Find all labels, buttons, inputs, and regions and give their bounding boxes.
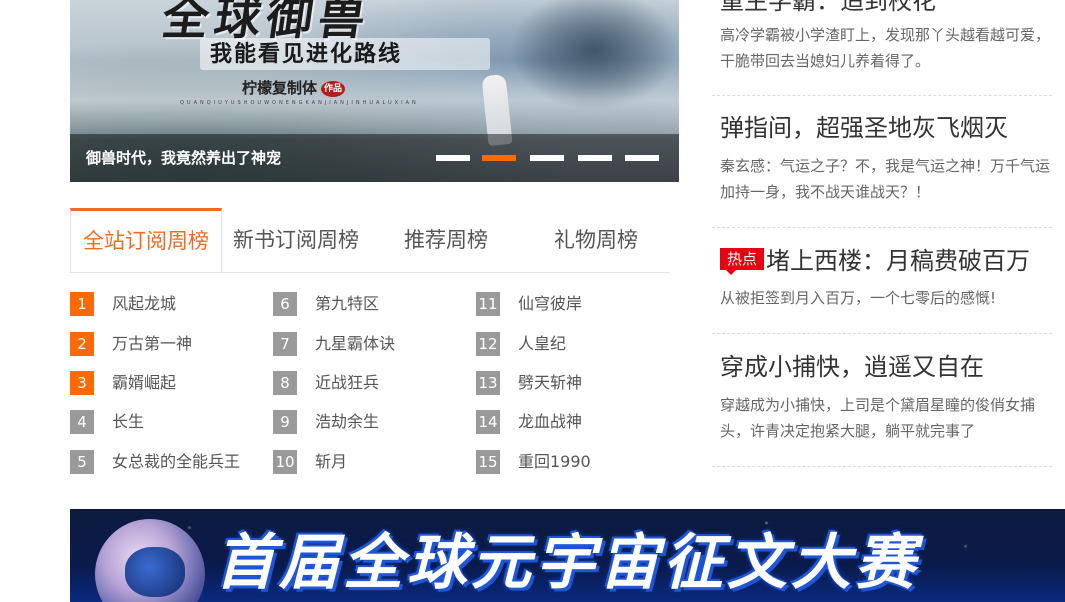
- rank-number: 8: [273, 371, 297, 395]
- hero-author-name: 柠檬复制体: [242, 79, 318, 97]
- carousel-dot-2[interactable]: [482, 155, 516, 161]
- rank-number: 9: [273, 410, 297, 434]
- rank-number: 13: [476, 371, 500, 395]
- news-title-text[interactable]: 堵上西楼：月稿费破百万: [766, 247, 1030, 275]
- rank-number: 2: [70, 332, 94, 356]
- hero-author-seal: 作品: [321, 81, 346, 97]
- carousel-dot-5[interactable]: [625, 155, 659, 161]
- hero-art-subtitle: 我能看见进化路线: [210, 41, 403, 67]
- rank-book-title[interactable]: 浩劫余生: [315, 409, 379, 435]
- carousel-dot-1[interactable]: [436, 155, 470, 161]
- rank-book-title[interactable]: 第九特区: [315, 291, 379, 317]
- rank-number: 6: [273, 292, 297, 316]
- rank-number: 4: [70, 410, 94, 434]
- rank-number: 7: [273, 332, 297, 356]
- rank-book-title[interactable]: 龙血战神: [518, 409, 582, 435]
- tab-new-book-subscription[interactable]: 新书订阅周榜: [222, 208, 370, 272]
- news-desc: 秦玄感：气运之子？不，我是气运之神！万千气运加持一身，我不战天谁战天？！: [720, 157, 1051, 201]
- hero-art-pinyin: QUANQIUYUSHOUWONENGKANJIANJINHUALUXIAN: [180, 100, 419, 106]
- news-item: 热点 堵上西楼：月稿费破百万 从被拒签到月入百万，一个七零后的感慨!: [712, 227, 1052, 334]
- rank-book-title[interactable]: 长生: [112, 409, 144, 435]
- news-item: 穿成小捕快，逍遥又自在 穿越成为小捕快，上司是个黛眉星瞳的俊俏女捕头，许青决定抱…: [712, 333, 1052, 467]
- rank-number: 1: [70, 292, 94, 316]
- tab-site-subscription[interactable]: 全站订阅周榜: [70, 208, 222, 272]
- rank-book-title[interactable]: 风起龙城: [112, 291, 176, 317]
- rank-book-title[interactable]: 近战狂兵: [315, 370, 379, 396]
- news-list: 重生学霸：追到校花 高冷学霸被小学渣盯上，发现那丫头越看越可爱，干脆带回去当媳妇…: [712, 0, 1052, 470]
- rank-number: 12: [476, 332, 500, 356]
- rank-book-title[interactable]: 仙穹彼岸: [518, 291, 582, 317]
- news-desc: 高冷学霸被小学渣盯上，发现那丫头越看越可爱，干脆带回去当媳妇儿养着得了。: [720, 26, 1051, 70]
- hero-dragon-art: [510, 0, 679, 110]
- rank-number: 10: [273, 450, 297, 474]
- rank-number: 11: [476, 292, 500, 316]
- hot-badge: 热点: [720, 248, 764, 275]
- hero-art-author: 柠檬复制体 作品: [242, 78, 346, 98]
- carousel-dot-4[interactable]: [578, 155, 612, 161]
- rank-book-title[interactable]: 万古第一神: [112, 331, 192, 357]
- rank-number: 15: [476, 450, 500, 474]
- hero-carousel[interactable]: 全球御兽 我能看见进化路线 柠檬复制体 作品 QUANQIUYUSHOUWONEN…: [70, 0, 679, 182]
- tab-gifts[interactable]: 礼物周榜: [522, 208, 670, 272]
- news-desc: 穿越成为小捕快，上司是个黛眉星瞳的俊俏女捕头，许青决定抱紧大腿，躺平就完事了: [720, 396, 1036, 440]
- news-title[interactable]: 热点 堵上西楼：月稿费破百万: [720, 246, 1030, 276]
- news-desc: 从被拒签到月入百万，一个七零后的感慨!: [720, 289, 997, 307]
- rank-book-title[interactable]: 九星霸体诀: [315, 331, 395, 357]
- tab-recommend[interactable]: 推荐周榜: [372, 208, 520, 272]
- news-title[interactable]: 弹指间，超强圣地灰飞烟灭: [720, 113, 1008, 143]
- hero-caption[interactable]: 御兽时代，我竟然养出了神宠: [86, 146, 281, 170]
- news-title[interactable]: 穿成小捕快，逍遥又自在: [720, 352, 984, 382]
- rank-number: 3: [70, 371, 94, 395]
- rank-book-title[interactable]: 霸婿崛起: [112, 370, 176, 396]
- promo-banner-text: 首届全球元宇宙征文大赛: [215, 528, 919, 598]
- ranking-tabs: 全站订阅周榜 新书订阅周榜 推荐周榜 礼物周榜: [70, 208, 670, 273]
- rank-book-title[interactable]: 人皇纪: [518, 331, 566, 357]
- rank-number: 5: [70, 450, 94, 474]
- ranking-list: 1 风起龙城 2 万古第一神 3 霸婿崛起 4 长生 5 女总裁的全能兵王 6 …: [70, 289, 680, 479]
- rank-book-title[interactable]: 劈天斩神: [518, 370, 582, 396]
- news-item: 弹指间，超强圣地灰飞烟灭 秦玄感：气运之子？不，我是气运之神！万千气运加持一身，…: [712, 95, 1052, 228]
- hero-art-title: 全球御兽: [158, 0, 375, 45]
- astronaut-visor-image: [125, 547, 185, 597]
- rank-book-title[interactable]: 重回1990: [518, 449, 591, 475]
- rank-book-title[interactable]: 斩月: [315, 449, 347, 475]
- news-item: 重生学霸：追到校花 高冷学霸被小学渣盯上，发现那丫头越看越可爱，干脆带回去当媳妇…: [712, 0, 1052, 96]
- news-title[interactable]: 重生学霸：追到校花: [720, 0, 936, 16]
- rank-book-title[interactable]: 女总裁的全能兵王: [112, 449, 240, 475]
- promo-banner[interactable]: 首届全球元宇宙征文大赛: [70, 509, 1065, 602]
- rank-number: 14: [476, 410, 500, 434]
- carousel-dot-3[interactable]: [530, 155, 564, 161]
